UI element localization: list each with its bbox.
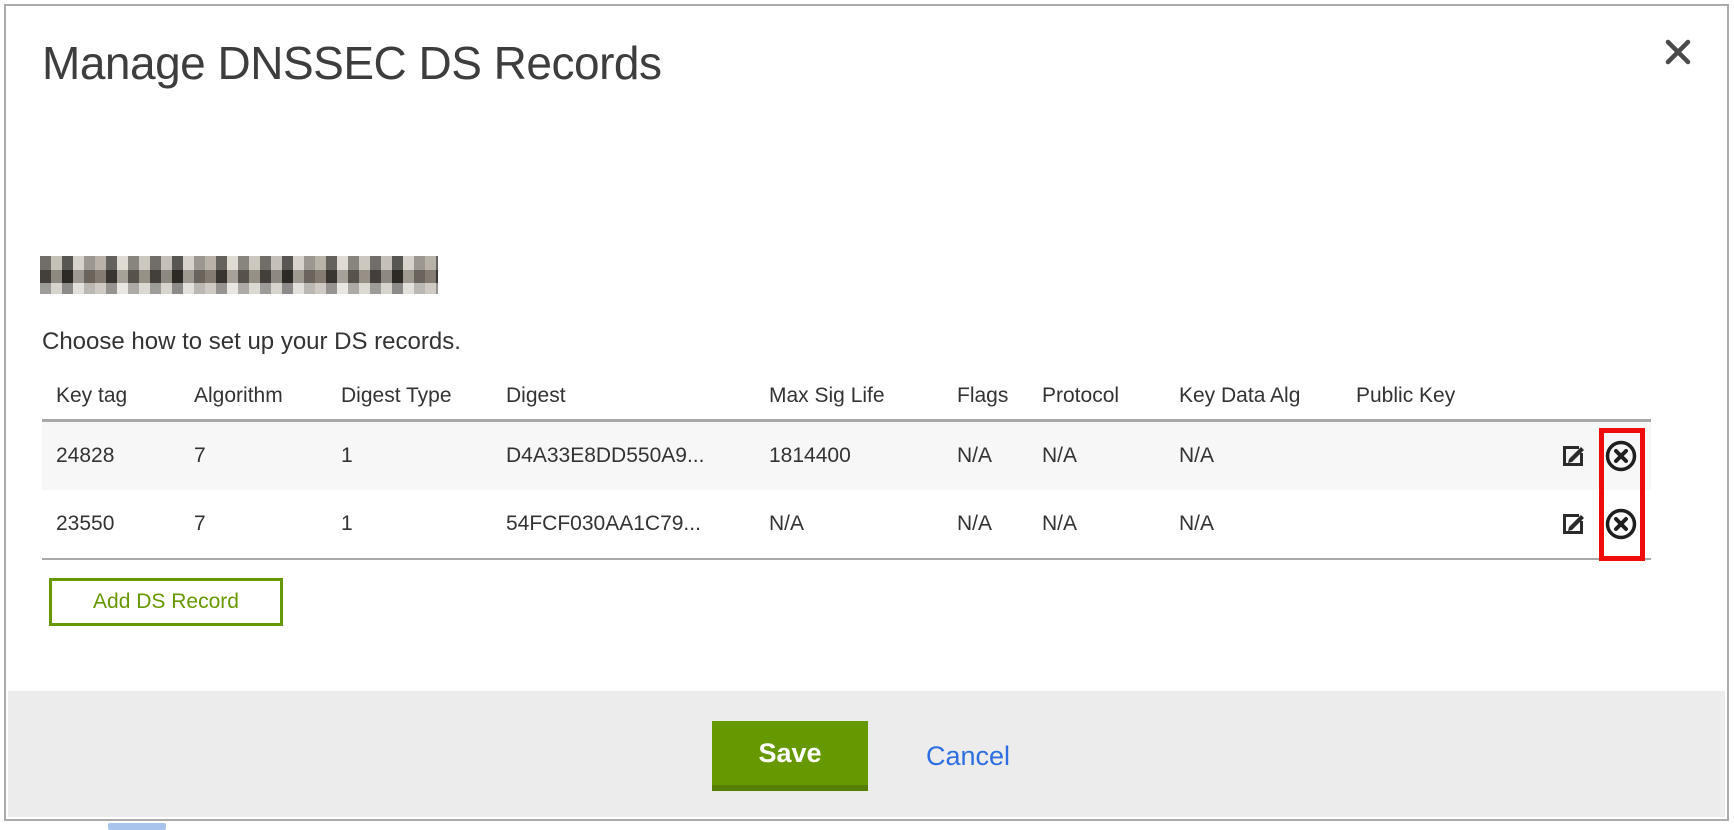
- cell-digest-type: 1: [327, 512, 492, 536]
- cancel-link[interactable]: Cancel: [926, 741, 1010, 772]
- cell-flags: N/A: [943, 512, 1028, 536]
- col-header-key-data-alg: Key Data Alg: [1165, 384, 1342, 408]
- cell-digest: D4A33E8DD550A9...: [492, 444, 755, 468]
- cell-digest: 54FCF030AA1C79...: [492, 512, 755, 536]
- screenshot-stage: Manage DNSSEC DS Records Choose how to s…: [0, 0, 1734, 830]
- cell-key-tag: 24828: [42, 444, 180, 468]
- col-header-digest-type: Digest Type: [327, 384, 492, 408]
- delete-record-button[interactable]: [1605, 508, 1637, 540]
- row-actions: [1532, 508, 1651, 540]
- edit-pencil-square-icon: [1560, 441, 1590, 471]
- col-header-protocol: Protocol: [1028, 384, 1165, 408]
- close-button[interactable]: [1660, 34, 1696, 70]
- table-row: 23550 7 1 54FCF030AA1C79... N/A N/A N/A …: [42, 490, 1651, 558]
- dialog-title: Manage DNSSEC DS Records: [42, 36, 661, 90]
- table-body: 24828 7 1 D4A33E8DD550A9... 1814400 N/A …: [42, 422, 1651, 560]
- circle-x-icon: [1604, 439, 1638, 473]
- dialog-footer: Save Cancel: [8, 691, 1725, 817]
- instruction-text: Choose how to set up your DS records.: [42, 328, 461, 356]
- edit-record-button[interactable]: [1559, 440, 1591, 472]
- col-header-key-tag: Key tag: [42, 384, 180, 408]
- manage-dnssec-dialog: Manage DNSSEC DS Records Choose how to s…: [4, 4, 1729, 821]
- col-header-digest: Digest: [492, 384, 755, 408]
- cell-algorithm: 7: [180, 444, 327, 468]
- redacted-domain-name: [40, 256, 438, 294]
- cell-max-sig-life: N/A: [755, 512, 943, 536]
- underlying-page-fragment: [108, 823, 166, 830]
- col-header-algorithm: Algorithm: [180, 384, 327, 408]
- ds-records-table: Key tag Algorithm Digest Type Digest Max…: [42, 372, 1651, 560]
- cell-key-tag: 23550: [42, 512, 180, 536]
- close-icon: [1664, 38, 1692, 66]
- cell-protocol: N/A: [1028, 444, 1165, 468]
- col-header-flags: Flags: [943, 384, 1028, 408]
- cell-digest-type: 1: [327, 444, 492, 468]
- edit-pencil-square-icon: [1560, 509, 1590, 539]
- col-header-max-sig-life: Max Sig Life: [755, 384, 943, 408]
- table-row: 24828 7 1 D4A33E8DD550A9... 1814400 N/A …: [42, 422, 1651, 490]
- table-header-row: Key tag Algorithm Digest Type Digest Max…: [42, 372, 1651, 422]
- delete-record-button[interactable]: [1605, 440, 1637, 472]
- col-header-public-key: Public Key: [1342, 384, 1532, 408]
- row-actions: [1532, 440, 1651, 472]
- cell-protocol: N/A: [1028, 512, 1165, 536]
- cell-key-data-alg: N/A: [1165, 444, 1342, 468]
- cell-flags: N/A: [943, 444, 1028, 468]
- save-button[interactable]: Save: [712, 721, 868, 791]
- edit-record-button[interactable]: [1559, 508, 1591, 540]
- cell-max-sig-life: 1814400: [755, 444, 943, 468]
- circle-x-icon: [1604, 507, 1638, 541]
- cell-algorithm: 7: [180, 512, 327, 536]
- add-ds-record-button[interactable]: Add DS Record: [49, 578, 283, 626]
- cell-key-data-alg: N/A: [1165, 512, 1342, 536]
